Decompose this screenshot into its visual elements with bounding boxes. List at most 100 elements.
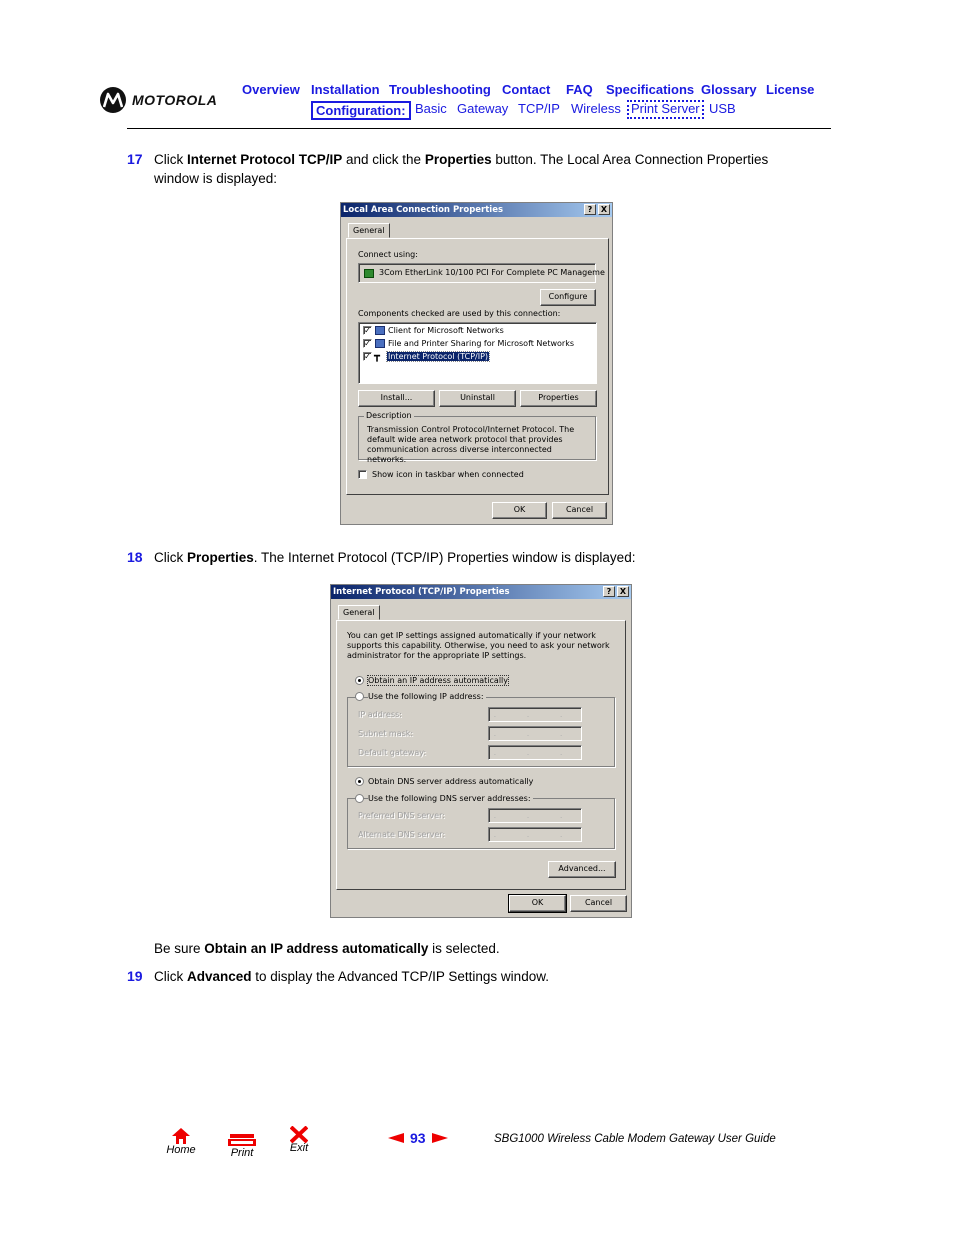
close-button[interactable]: X (617, 586, 629, 597)
nav-tcpip[interactable]: TCP/IP (518, 101, 560, 116)
exit-link[interactable]: Exit (282, 1125, 316, 1154)
close-button[interactable]: X (598, 204, 610, 215)
component-checkbox[interactable]: ✓ (363, 352, 372, 361)
nav-troubleshooting[interactable]: Troubleshooting (389, 82, 491, 97)
obtain-ip-radio[interactable] (355, 676, 364, 685)
bold-text: Internet Protocol TCP/IP (187, 152, 343, 167)
nav-usb[interactable]: USB (709, 101, 736, 116)
help-button[interactable]: ? (584, 204, 596, 215)
home-label: Home (166, 1144, 196, 1156)
component-checkbox[interactable]: ✓ (363, 339, 372, 348)
ok-button[interactable]: OK (508, 894, 567, 913)
previous-page-icon[interactable] (388, 1133, 404, 1143)
ip-address-label: IP address: (358, 710, 402, 719)
connect-using-label: Connect using: (358, 250, 418, 259)
use-ip-label[interactable]: Use the following IP address: (368, 692, 486, 701)
ok-button[interactable]: OK (492, 502, 547, 519)
protocol-icon: ┳ (374, 351, 381, 362)
use-dns-radio[interactable] (355, 794, 364, 803)
component-item[interactable]: File and Printer Sharing for Microsoft N… (388, 339, 574, 348)
properties-button[interactable]: Properties (520, 390, 597, 407)
dialog-title: Internet Protocol (TCP/IP) Properties (333, 587, 510, 597)
install-button[interactable]: Install... (358, 390, 435, 407)
use-dns-label[interactable]: Use the following DNS server addresses: (368, 794, 533, 803)
subnet-mask-field: . . . (488, 726, 582, 741)
ip-dots: . . . (493, 830, 577, 839)
motorola-batwing-icon (100, 87, 126, 113)
help-button[interactable]: ? (603, 586, 615, 597)
preferred-dns-field: . . . (488, 808, 582, 823)
nav-faq[interactable]: FAQ (566, 82, 593, 97)
obtain-ip-label[interactable]: Obtain an IP address automatically (366, 675, 510, 686)
home-link[interactable]: Home (163, 1128, 199, 1156)
ip-dots: . . . (493, 811, 577, 820)
components-list[interactable]: ✓ Client for Microsoft Networks ✓ File a… (358, 322, 597, 384)
text: and click the (342, 152, 425, 167)
dialog-titlebar: Internet Protocol (TCP/IP) Properties ? … (331, 585, 631, 599)
bold-text: Properties (187, 550, 254, 565)
step-number: 17 (127, 151, 143, 167)
nav-overview[interactable]: Overview (242, 82, 300, 97)
brand-name: MOTOROLA (132, 92, 218, 108)
text: to display the Advanced TCP/IP Settings … (251, 969, 549, 984)
next-page-icon[interactable] (431, 1133, 448, 1143)
obtain-dns-radio[interactable] (355, 777, 364, 786)
nav-wireless[interactable]: Wireless (571, 101, 621, 116)
intro-text: You can get IP settings assigned automat… (347, 631, 610, 660)
default-gateway-field: . . . (488, 745, 582, 760)
tab-general[interactable]: General (348, 223, 390, 238)
network-adapter-icon (364, 269, 374, 278)
print-link[interactable]: Print (224, 1134, 260, 1159)
cancel-button[interactable]: Cancel (570, 895, 627, 912)
print-label: Print (230, 1147, 254, 1159)
motorola-logo: MOTOROLA (100, 87, 217, 113)
step-number: 18 (127, 549, 143, 565)
show-icon-checkbox[interactable] (358, 470, 367, 479)
network-client-icon (375, 326, 385, 335)
component-item-selected[interactable]: Internet Protocol (TCP/IP) (385, 351, 491, 362)
obtain-dns-label[interactable]: Obtain DNS server address automatically (368, 777, 533, 786)
component-checkbox[interactable]: ✓ (363, 326, 372, 335)
nav-basic[interactable]: Basic (415, 101, 447, 116)
advanced-button[interactable]: Advanced... (548, 861, 616, 878)
nav-license[interactable]: License (766, 82, 814, 97)
ip-dots: . . . (493, 748, 577, 757)
nav-glossary[interactable]: Glossary (701, 82, 757, 97)
tab-general[interactable]: General (338, 605, 380, 620)
uninstall-button[interactable]: Uninstall (439, 390, 516, 407)
tcpip-properties-dialog: Internet Protocol (TCP/IP) Properties ? … (330, 584, 632, 918)
alternate-dns-field: . . . (488, 827, 582, 842)
exit-label: Exit (289, 1142, 309, 1154)
home-icon (172, 1128, 190, 1144)
header-divider (127, 128, 831, 129)
nav-installation[interactable]: Installation (311, 82, 380, 97)
text: . The Internet Protocol (TCP/IP) Propert… (253, 550, 636, 565)
text: is selected. (428, 941, 500, 956)
bold-text: Properties (424, 152, 492, 167)
text: Be sure (154, 941, 205, 956)
ip-dots: . . . (493, 729, 577, 738)
exit-icon (289, 1125, 309, 1144)
description-group: Description Transmission Control Protoco… (358, 411, 596, 464)
guide-title: SBG1000 Wireless Cable Modem Gateway Use… (494, 1133, 776, 1145)
text: Click (154, 550, 187, 565)
preferred-dns-label: Preferred DNS server: (358, 811, 445, 820)
adapter-field: 3Com EtherLink 10/100 PCI For Complete P… (358, 263, 605, 283)
component-item[interactable]: Client for Microsoft Networks (388, 326, 504, 335)
nav-configuration[interactable]: Configuration: (311, 101, 411, 120)
bold-text: Advanced (187, 969, 252, 984)
cancel-button[interactable]: Cancel (552, 502, 607, 519)
description-title: Description (364, 411, 414, 420)
nav-gateway[interactable]: Gateway (457, 101, 508, 116)
configure-button[interactable]: Configure (540, 289, 596, 306)
step-text: Click Properties. The Internet Protocol … (154, 548, 814, 567)
nav-specifications[interactable]: Specifications (606, 82, 694, 97)
subnet-mask-label: Subnet mask: (358, 729, 414, 738)
ip-address-field: . . . (488, 707, 582, 722)
step-text: Click Internet Protocol TCP/IP and click… (154, 150, 814, 188)
nav-print-server[interactable]: Print Server (627, 100, 704, 119)
alternate-dns-label: Alternate DNS server: (358, 830, 446, 839)
nav-contact[interactable]: Contact (502, 82, 550, 97)
text: Click (154, 969, 187, 984)
use-ip-radio[interactable] (355, 692, 364, 701)
